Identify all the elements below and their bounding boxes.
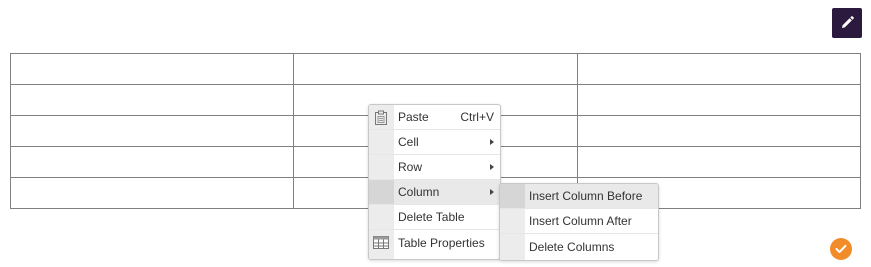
- menu-item-label: Column: [398, 185, 440, 199]
- table-cell[interactable]: [576, 115, 862, 147]
- menu-item-label: Insert Column Before: [529, 189, 643, 203]
- chevron-right-icon: [490, 164, 494, 170]
- menu-item-label: Delete Columns: [529, 239, 615, 254]
- menu-item-paste[interactable]: Paste Ctrl+V: [369, 105, 500, 130]
- menu-item-delete-table[interactable]: Delete Table: [369, 205, 500, 230]
- menu-shortcut: Ctrl+V: [460, 110, 494, 124]
- table-cell[interactable]: [9, 115, 295, 147]
- menu-item-label: Insert Column After: [529, 214, 632, 228]
- table-cell[interactable]: [9, 177, 295, 209]
- table-cell[interactable]: [9, 84, 295, 116]
- table-cell[interactable]: [9, 146, 295, 178]
- pencil-icon: [842, 16, 854, 28]
- status-badge[interactable]: [830, 238, 852, 260]
- menu-item-row[interactable]: Row: [369, 155, 500, 180]
- menu-gutter-highlight: [500, 184, 525, 208]
- table-icon: [373, 234, 389, 250]
- menu-item-insert-column-before[interactable]: Insert Column Before: [500, 184, 658, 209]
- menu-gutter-highlight: [369, 180, 394, 204]
- table-cell[interactable]: [576, 146, 862, 178]
- context-menu: Paste Ctrl+V Cell Row Column Delete Tabl…: [368, 104, 501, 260]
- menu-item-label: Delete Table: [398, 210, 465, 224]
- menu-item-delete-columns[interactable]: Delete Columns: [500, 234, 658, 259]
- menu-item-label: Row: [398, 160, 423, 174]
- table-cell[interactable]: [293, 53, 578, 85]
- clipboard-icon: [373, 109, 389, 125]
- column-submenu: Insert Column Before Insert Column After…: [499, 183, 659, 261]
- menu-item-column[interactable]: Column: [369, 180, 500, 205]
- chevron-right-icon: [490, 139, 494, 145]
- table-cell[interactable]: [576, 84, 862, 116]
- checkmark-icon: [835, 244, 847, 253]
- menu-item-cell[interactable]: Cell: [369, 130, 500, 155]
- menu-item-insert-column-after[interactable]: Insert Column After: [500, 209, 658, 234]
- menu-item-label: Table Properties: [398, 235, 485, 250]
- table-cell[interactable]: [576, 53, 862, 85]
- table-cell[interactable]: [9, 53, 295, 85]
- menu-item-label: Paste: [398, 110, 429, 124]
- menu-item-label: Cell: [398, 135, 419, 149]
- chevron-right-icon: [490, 189, 494, 195]
- menu-item-table-properties[interactable]: Table Properties: [369, 230, 500, 255]
- table-row: [9, 53, 862, 85]
- edit-button[interactable]: [832, 8, 862, 38]
